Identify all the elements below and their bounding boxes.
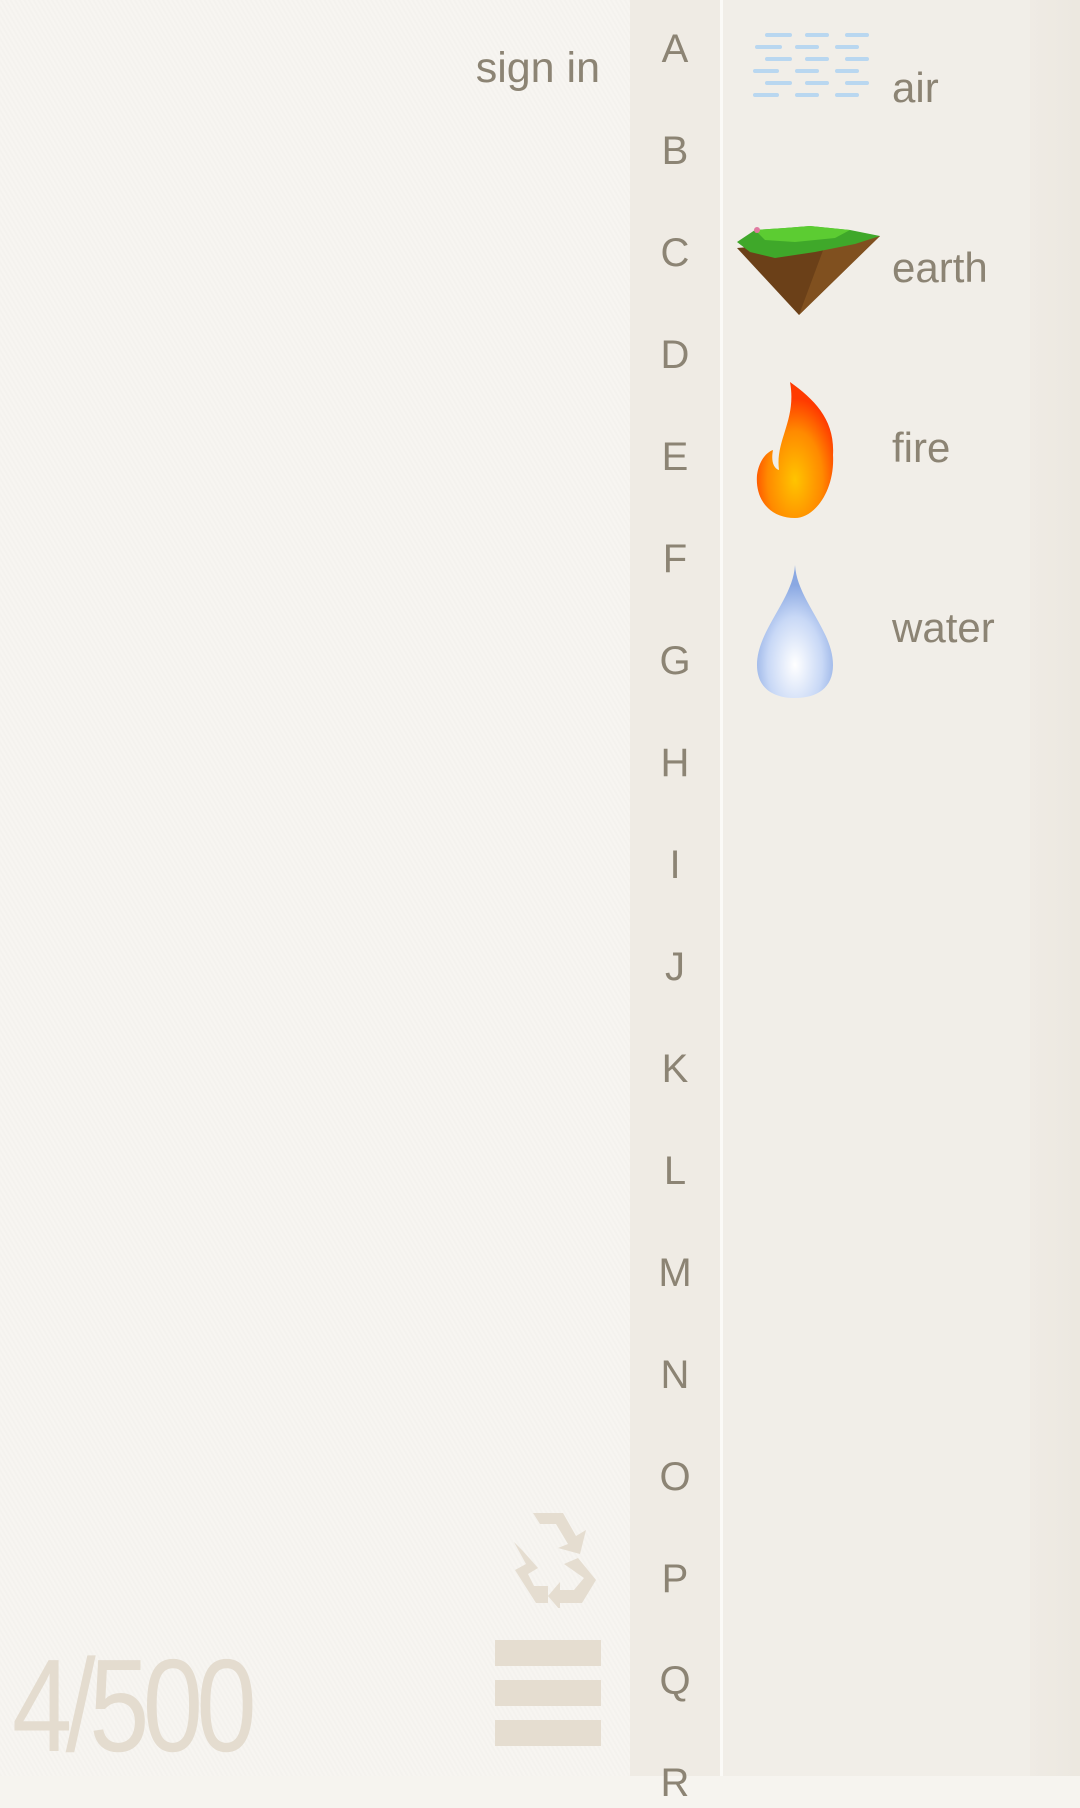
element-item-air[interactable]: air [723,20,1030,190]
alphabet-index[interactable]: A B C D E F G H I J K L M N O P Q R [630,0,720,1805]
element-label: water [892,604,995,651]
alphabet-letter-q[interactable]: Q [630,1656,720,1706]
scrollbar-track[interactable] [1030,0,1080,1776]
alphabet-letter-f[interactable]: F [630,534,720,584]
alphabet-letter-e[interactable]: E [630,432,720,482]
alphabet-letter-m[interactable]: M [630,1248,720,1298]
alphabet-letter-c[interactable]: C [630,228,720,278]
alphabet-letter-n[interactable]: N [630,1350,720,1400]
alphabet-letter-a[interactable]: A [630,24,720,74]
alphabet-letter-i[interactable]: I [630,840,720,890]
alphabet-letter-d[interactable]: D [630,330,720,380]
element-label: fire [892,424,951,471]
alphabet-letter-o[interactable]: O [630,1452,720,1502]
element-counter: 4/500 [12,1632,257,1779]
alphabet-letter-b[interactable]: B [630,126,720,176]
menu-bar [495,1720,601,1746]
alphabet-letter-p[interactable]: P [630,1554,720,1604]
element-item-fire[interactable]: fire [723,380,1030,550]
alphabet-letter-l[interactable]: L [630,1146,720,1196]
menu-bar [495,1680,601,1706]
fire-icon [756,382,834,518]
menu-bar [495,1640,601,1666]
air-icon [753,33,869,97]
element-item-earth[interactable]: earth [723,200,1030,370]
element-label: air [892,64,939,111]
hamburger-menu-icon[interactable] [495,1640,601,1746]
alphabet-letter-r[interactable]: R [630,1758,720,1808]
recycle-icon[interactable] [494,1508,602,1608]
alphabet-letter-k[interactable]: K [630,1044,720,1094]
alphabet-letter-h[interactable]: H [630,738,720,788]
element-label: earth [892,244,988,291]
alphabet-letter-j[interactable]: J [630,942,720,992]
alphabet-letter-g[interactable]: G [630,636,720,686]
earth-icon [737,226,880,315]
water-icon [757,565,833,698]
element-item-water[interactable]: water [723,560,1030,730]
sign-in-link[interactable]: sign in [476,44,600,93]
